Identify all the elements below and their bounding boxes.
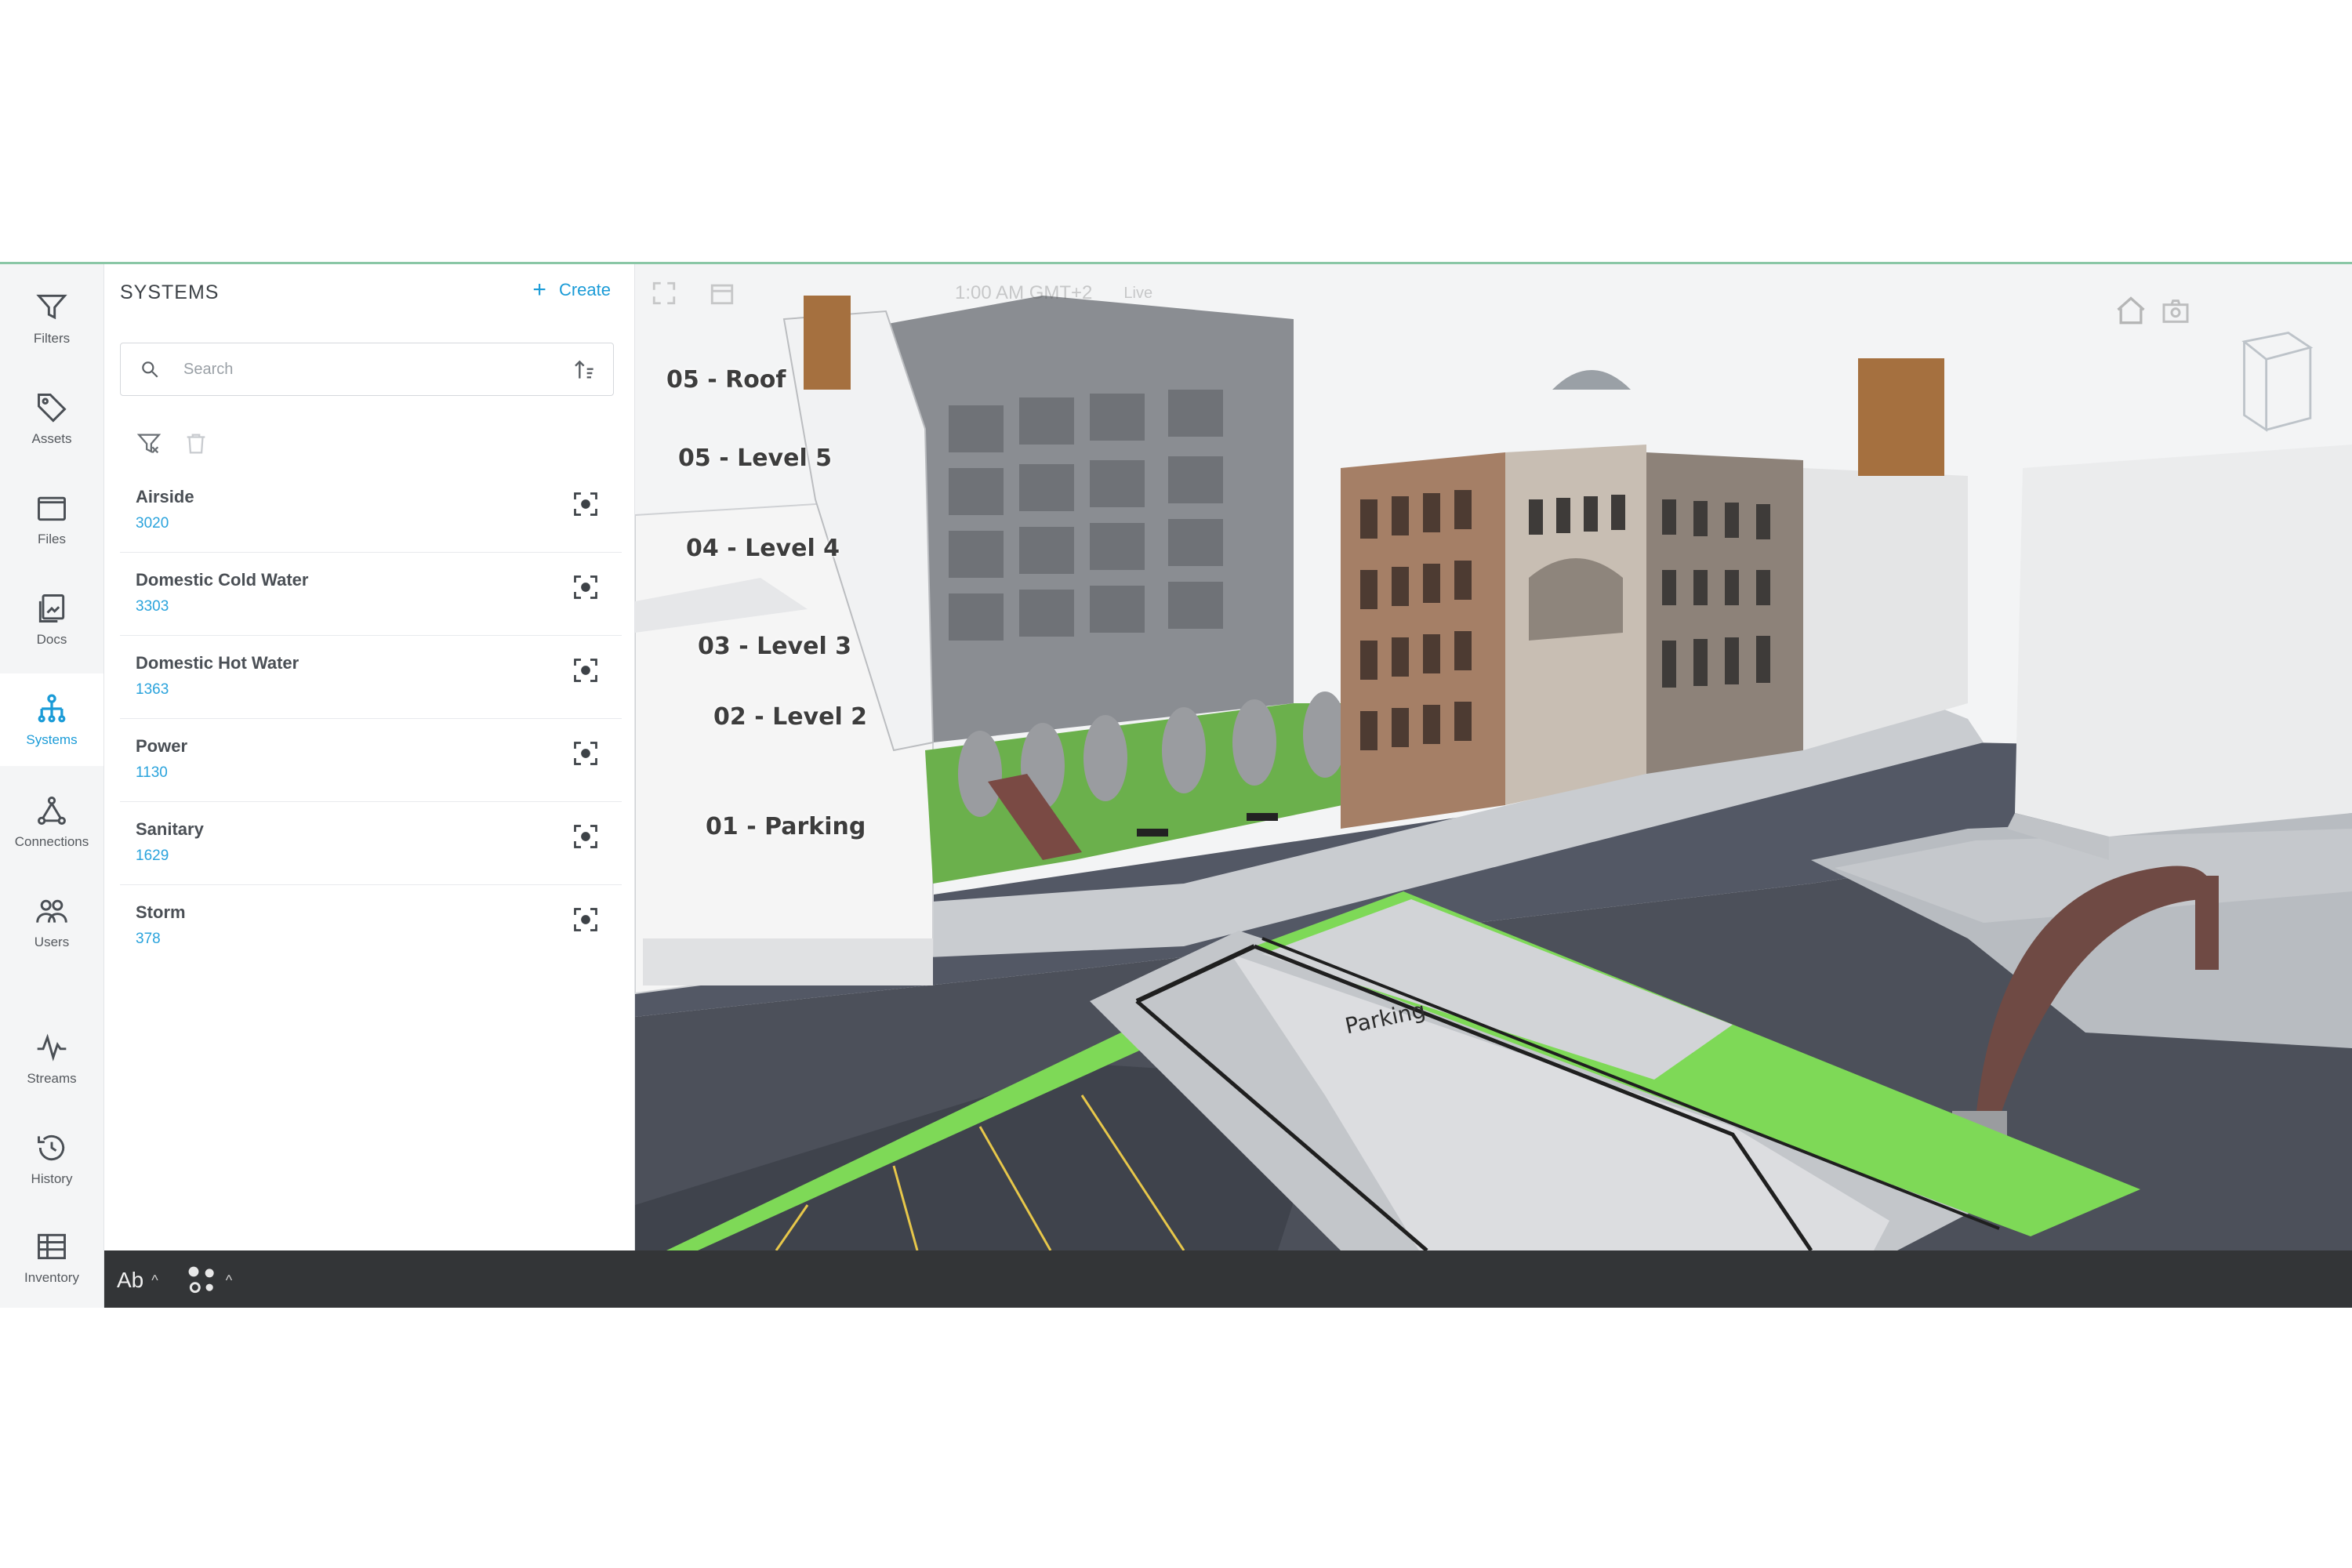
system-count: 1629 bbox=[136, 848, 169, 864]
level-label-4[interactable]: 04 - Level 4 bbox=[686, 535, 840, 562]
list-item[interactable]: Domestic Cold Water 3303 bbox=[120, 553, 622, 636]
rail-item-files[interactable]: Files bbox=[0, 473, 103, 565]
system-count: 3020 bbox=[136, 515, 169, 532]
left-rail: Filters Assets Files Docs Systems Connec… bbox=[0, 264, 104, 1308]
rail-item-assets[interactable]: Assets bbox=[0, 372, 103, 465]
3d-viewport[interactable]: 1:00 AM GMT+2 Live 05 - Roof 05 - Level … bbox=[635, 264, 2352, 1250]
system-count: 1130 bbox=[136, 764, 168, 781]
system-name: Storm bbox=[136, 902, 186, 922]
chevron-up-icon: ^ bbox=[151, 1272, 158, 1288]
trash-icon[interactable] bbox=[183, 430, 209, 457]
rail-item-docs[interactable]: Docs bbox=[0, 573, 103, 666]
search-input[interactable] bbox=[182, 359, 530, 379]
system-name: Sanitary bbox=[136, 819, 204, 839]
rail-label-users: Users bbox=[34, 935, 70, 949]
level-label-2[interactable]: 02 - Level 2 bbox=[713, 703, 867, 731]
rail-label-docs: Docs bbox=[36, 632, 67, 647]
rail-item-inventory[interactable]: Inventory bbox=[0, 1211, 103, 1304]
rail-label-history: History bbox=[31, 1171, 73, 1186]
focus-icon[interactable] bbox=[572, 490, 600, 518]
viewport-toolbar: 1:00 AM GMT+2 Live bbox=[651, 280, 1152, 307]
list-item[interactable]: Storm 378 bbox=[120, 885, 622, 967]
systems-list: Airside 3020 Domestic Cold Water 3303 Do… bbox=[120, 470, 622, 967]
hierarchy-icon bbox=[38, 694, 66, 723]
nodes-icon bbox=[188, 1266, 214, 1294]
rail-label-streams: Streams bbox=[27, 1071, 77, 1086]
fullscreen-icon[interactable] bbox=[651, 280, 677, 307]
sort-icon[interactable] bbox=[572, 358, 597, 383]
live-indicator[interactable]: Live bbox=[1123, 285, 1152, 303]
text-toggle-button[interactable]: Ab ^ bbox=[117, 1268, 158, 1293]
list-item[interactable]: Domestic Hot Water 1363 bbox=[120, 636, 622, 719]
system-name: Domestic Hot Water bbox=[136, 653, 299, 673]
rail-item-history[interactable]: History bbox=[0, 1112, 103, 1205]
rail-label-filters: Filters bbox=[33, 331, 71, 346]
level-label-parking[interactable]: 01 - Parking bbox=[706, 813, 866, 840]
focus-icon[interactable] bbox=[572, 906, 600, 934]
tag-icon bbox=[38, 394, 67, 423]
calendar-icon[interactable] bbox=[709, 280, 735, 307]
create-button[interactable]: + Create bbox=[532, 278, 611, 302]
rail-label-systems: Systems bbox=[26, 732, 78, 747]
rail-label-files: Files bbox=[38, 532, 66, 546]
list-item[interactable]: Airside 3020 bbox=[120, 470, 622, 553]
rail-label-inventory: Inventory bbox=[24, 1270, 79, 1285]
system-count: 3303 bbox=[136, 598, 169, 615]
system-name: Airside bbox=[136, 487, 194, 506]
rail-label-connections: Connections bbox=[14, 834, 89, 849]
search-icon bbox=[142, 361, 158, 378]
level-label-3[interactable]: 03 - Level 3 bbox=[698, 633, 851, 660]
focus-icon[interactable] bbox=[572, 739, 600, 768]
rail-item-users[interactable]: Users bbox=[0, 876, 103, 968]
nodes-toggle-button[interactable]: ^ bbox=[185, 1263, 232, 1298]
filter-row bbox=[136, 430, 209, 457]
connections-icon bbox=[38, 797, 66, 825]
focus-icon[interactable] bbox=[572, 656, 600, 684]
filter-icon bbox=[36, 294, 67, 320]
text-toggle-label: Ab bbox=[117, 1268, 144, 1292]
camera-icon[interactable] bbox=[2160, 296, 2191, 327]
system-count: 378 bbox=[136, 931, 161, 947]
view-cube-icon[interactable] bbox=[2227, 327, 2321, 445]
rail-item-filters[interactable]: Filters bbox=[0, 272, 103, 365]
panel-title: SYSTEMS bbox=[120, 281, 220, 303]
users-icon bbox=[36, 899, 67, 923]
level-label-roof[interactable]: 05 - Roof bbox=[666, 366, 786, 394]
folder-icon bbox=[38, 496, 66, 521]
bottom-toolbar: Ab ^ ^ bbox=[104, 1250, 2352, 1308]
list-item[interactable]: Power 1130 bbox=[120, 719, 622, 802]
rail-label-assets: Assets bbox=[31, 431, 72, 446]
plus-icon: + bbox=[532, 277, 546, 303]
system-count: 1363 bbox=[136, 681, 169, 698]
list-item[interactable]: Sanitary 1629 bbox=[120, 802, 622, 885]
system-name: Power bbox=[136, 736, 188, 756]
focus-icon[interactable] bbox=[572, 822, 600, 851]
focus-icon[interactable] bbox=[572, 573, 600, 601]
home-icon[interactable] bbox=[2114, 294, 2148, 328]
rail-item-streams[interactable]: Streams bbox=[0, 1012, 103, 1105]
create-label: Create bbox=[558, 280, 611, 299]
app-window: Filters Assets Files Docs Systems Connec… bbox=[0, 262, 2352, 1308]
history-icon bbox=[38, 1134, 65, 1161]
search-box bbox=[120, 343, 614, 396]
building-model-scene bbox=[635, 264, 2352, 1250]
rail-item-connections[interactable]: Connections bbox=[0, 775, 103, 868]
rail-item-systems[interactable]: Systems bbox=[0, 673, 103, 766]
chevron-up-icon: ^ bbox=[225, 1272, 233, 1288]
table-icon bbox=[38, 1233, 66, 1260]
viewport-time: 1:00 AM GMT+2 bbox=[955, 282, 1093, 303]
docs-icon bbox=[38, 594, 65, 622]
pulse-icon bbox=[37, 1033, 67, 1062]
filter-clear-icon[interactable] bbox=[136, 430, 162, 457]
level-label-5[interactable]: 05 - Level 5 bbox=[678, 445, 832, 472]
systems-panel: SYSTEMS + Create Airside 3020 Domestic C… bbox=[104, 264, 635, 1252]
system-name: Domestic Cold Water bbox=[136, 570, 309, 590]
